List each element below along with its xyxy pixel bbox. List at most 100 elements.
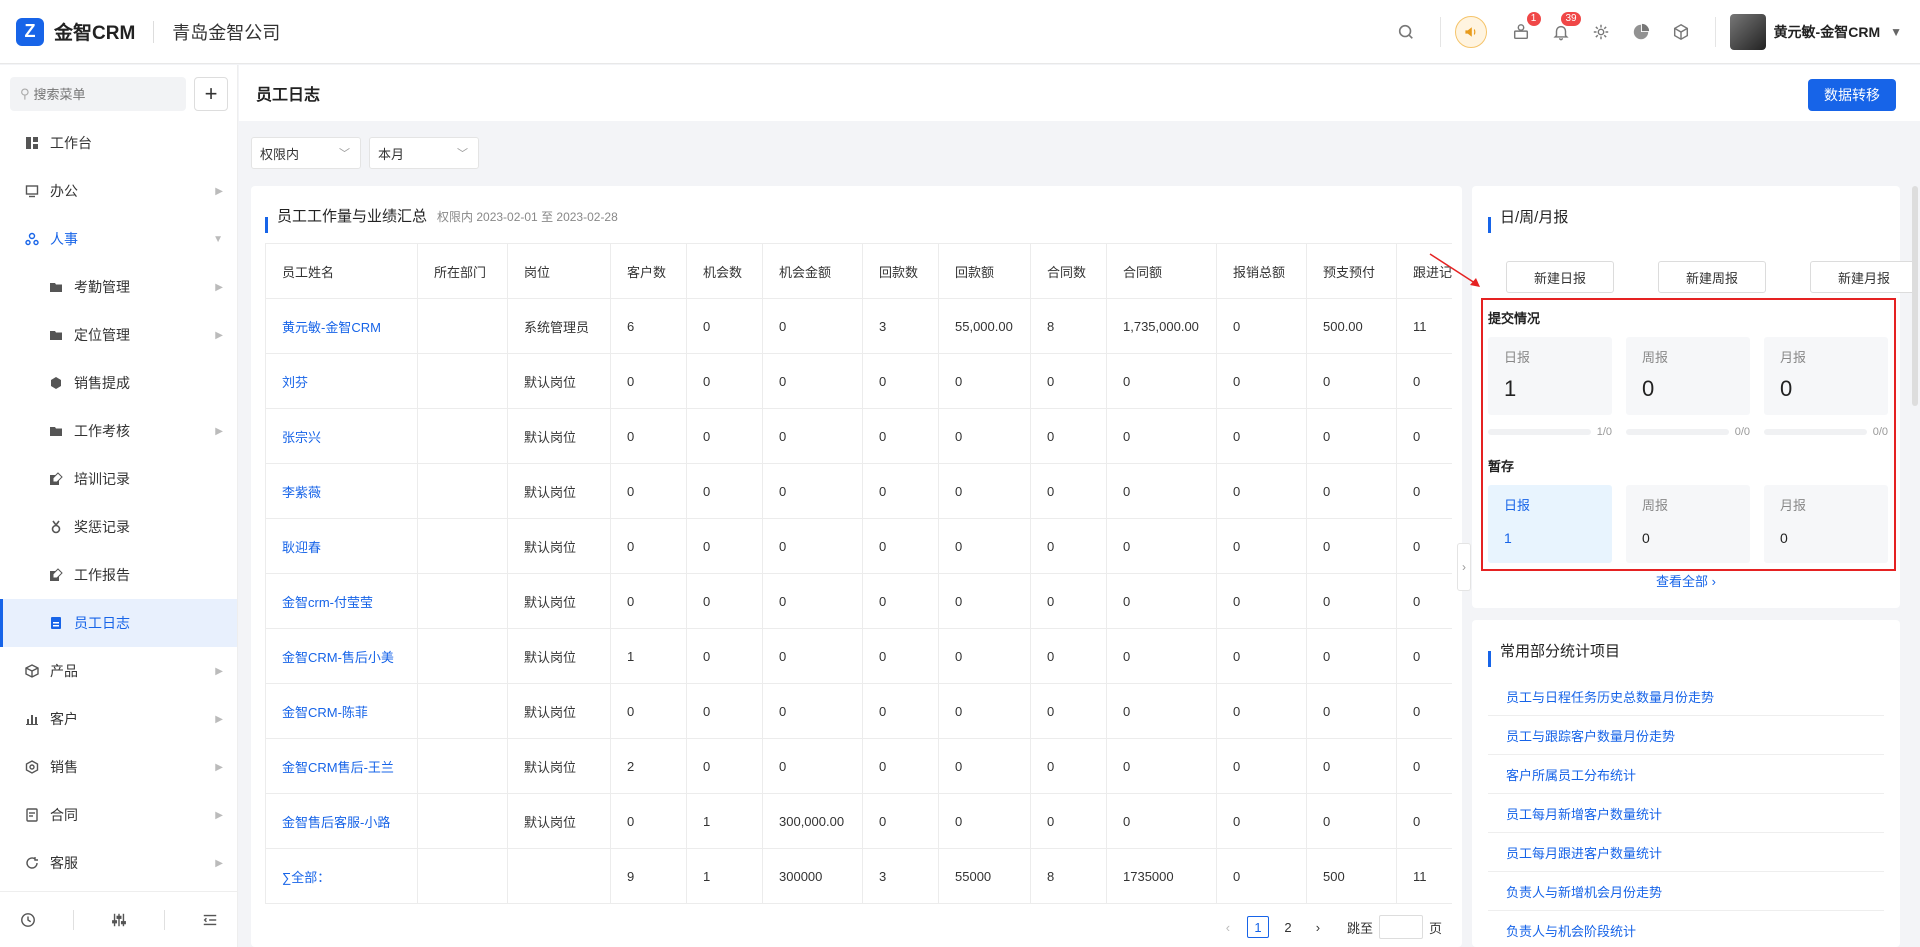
table-cell: 0 [1106,573,1217,629]
table-row[interactable]: 金智售后客服-小路 默认岗位 0 1 300,000.00 0 0 0 0 0 0 0 [265,793,1452,849]
sidebar-item-service[interactable]: 客服 ▶ [0,839,237,887]
list-item[interactable]: 员工每月新增客户数量统计 [1488,794,1884,833]
list-item[interactable]: 员工与日程任务历史总数量月份走势 [1488,677,1884,716]
sidebar-item-assessment[interactable]: 工作考核 ▶ [0,407,237,455]
jump-page-input[interactable] [1378,915,1423,939]
menu-search-input[interactable] [33,86,164,102]
next-page-button[interactable]: › [1307,916,1329,938]
sidebar-item-location[interactable]: 定位管理 ▶ [0,311,237,359]
stats-list: 员工与日程任务历史总数量月份走势 员工与跟踪客户数量月份走势 客户所属员工分布统… [1488,677,1884,947]
new-daily-report-button[interactable]: 新建日报 [1506,261,1614,293]
reports-title: 日/周/月报 [1500,209,1569,226]
period-select[interactable]: 本月 ﹀ [369,137,479,169]
column-header[interactable]: 岗位 [507,243,611,299]
sidebar-item-workbench[interactable]: 工作台 [0,119,237,167]
column-header[interactable]: 合同额 [1106,243,1217,299]
table-cell [417,683,508,739]
menu-search-box[interactable]: ⚲ [10,77,186,111]
table-cell: 300000 [762,848,863,904]
message-icon[interactable]: 1 [1509,11,1541,44]
list-item[interactable]: 负责人与新增机会月份走势 [1488,872,1884,911]
column-header[interactable]: 机会金额 [762,243,863,299]
data-transfer-button[interactable]: 数据转移 [1808,79,1896,111]
scope-select[interactable]: 权限内 ﹀ [251,137,361,169]
collapse-panel-handle[interactable]: › [1457,543,1471,591]
table-row[interactable]: 李紫薇 默认岗位 0 0 0 0 0 0 0 0 0 0 [265,463,1452,519]
sidebar-item-customer[interactable]: 客户 ▶ [0,695,237,743]
table-row[interactable]: ∑全部： 9 1 300000 3 55000 8 1735000 0 500 11 [265,848,1452,904]
sidebar-item-contract[interactable]: 合同 ▶ [0,791,237,839]
list-item[interactable]: 客户所属员工分布统计 [1488,755,1884,794]
view-all-link[interactable]: 查看全部 › [1472,571,1900,590]
table-row[interactable]: 耿迎春 默认岗位 0 0 0 0 0 0 0 0 0 0 [265,518,1452,574]
employee-name-link[interactable]: 黄元敏-金智CRM [265,298,418,354]
column-header[interactable]: 客户数 [610,243,687,299]
employee-name-link[interactable]: 金智CRM-售后小美 [265,628,418,684]
prev-page-button[interactable]: ‹ [1217,916,1239,938]
global-search-icon[interactable] [1394,20,1418,44]
employee-name-link[interactable]: 李紫薇 [265,463,418,519]
sidebar-item-training[interactable]: 培训记录 [0,455,237,503]
employee-name-link[interactable]: 金智CRM售后-王兰 [265,738,418,794]
gear-icon[interactable] [1589,20,1613,44]
chevron-down-icon[interactable]: ▼ [1890,25,1902,39]
company-name[interactable]: 青岛金智公司 [172,19,280,45]
collapse-menu-icon[interactable] [200,910,220,930]
column-header[interactable]: 回款额 [938,243,1031,299]
new-weekly-report-button[interactable]: 新建周报 [1658,261,1766,293]
announcement-icon[interactable] [1454,15,1487,48]
sidebar-item-employee-log[interactable]: 员工日志 [0,599,237,647]
employee-name-link[interactable]: ∑全部： [265,848,418,904]
table-cell [417,628,508,684]
table-row[interactable]: 金智crm-付莹莹 默认岗位 0 0 0 0 0 0 0 0 0 0 [265,573,1452,629]
table-row[interactable]: 张宗兴 默认岗位 0 0 0 0 0 0 0 0 0 0 [265,408,1452,464]
sidebar-item-office[interactable]: 办公 ▶ [0,167,237,215]
sidebar-item-attendance[interactable]: 考勤管理 ▶ [0,263,237,311]
sidebar-item-sales[interactable]: 销售 ▶ [0,743,237,791]
column-header[interactable]: 员工姓名 [265,243,418,299]
employee-name-link[interactable]: 金智CRM-陈菲 [265,683,418,739]
summary-table-viewport[interactable]: 员工姓名 所在部门 岗位 客户数 机会数 机会金额 回款数 回款额 合同数 合同额 报销总额 预支预付… [251,186,1452,906]
column-header[interactable]: 合同数 [1030,243,1107,299]
medal-icon [48,519,64,535]
sidebar-item-product[interactable]: 产品 ▶ [0,647,237,695]
employee-name-link[interactable]: 金智售后客服-小路 [265,793,418,849]
sidebar-item-hr[interactable]: 人事 ▼ [0,215,237,263]
sidebar-item-work-report[interactable]: 工作报告 [0,551,237,599]
column-header[interactable]: 回款数 [862,243,939,299]
cube-icon[interactable] [1669,20,1693,44]
sidebar-item-commission[interactable]: 销售提成 [0,359,237,407]
sidebar-item-label: 客户 [50,711,78,727]
page-button-1[interactable]: 1 [1246,916,1269,938]
gear-icon [48,375,64,391]
bell-icon[interactable]: 39 [1549,11,1581,44]
column-header[interactable]: 报销总额 [1216,243,1307,299]
employee-name-link[interactable]: 张宗兴 [265,408,418,464]
table-row[interactable]: 金智CRM-陈菲 默认岗位 0 0 0 0 0 0 0 0 0 0 [265,683,1452,739]
column-header[interactable]: 预支预付 [1306,243,1397,299]
history-icon[interactable] [18,910,38,930]
new-monthly-report-button[interactable]: 新建月报 [1810,261,1918,293]
pie-chart-icon[interactable] [1629,20,1653,44]
page-scrollbar[interactable] [1912,186,1918,406]
page-button-2[interactable]: 2 [1277,916,1299,938]
employee-name-link[interactable]: 耿迎春 [265,518,418,574]
add-button[interactable]: + [194,77,228,111]
table-row[interactable]: 黄元敏-金智CRM 系统管理员 6 0 0 3 55,000.00 8 1,735,000.00… [265,298,1452,354]
sliders-icon[interactable] [109,910,129,930]
list-item[interactable]: 员工与跟踪客户数量月份走势 [1488,716,1884,755]
column-header[interactable]: 所在部门 [417,243,508,299]
app-logo[interactable]: Z 金智CRM [16,17,135,46]
table-row[interactable]: 金智CRM-售后小美 默认岗位 1 0 0 0 0 0 0 0 0 0 [265,628,1452,684]
sidebar-item-rewards[interactable]: 奖惩记录 [0,503,237,551]
list-item[interactable]: 员工每月跟进客户数量统计 [1488,833,1884,872]
employee-name-link[interactable]: 金智crm-付莹莹 [265,573,418,629]
column-header[interactable]: 机会数 [686,243,763,299]
table-row[interactable]: 刘芬 默认岗位 0 0 0 0 0 0 0 0 0 0 [265,353,1452,409]
employee-name-link[interactable]: 刘芬 [265,353,418,409]
table-cell: 0 [862,518,939,574]
table-row[interactable]: 金智CRM售后-王兰 默认岗位 2 0 0 0 0 0 0 0 0 0 [265,738,1452,794]
avatar[interactable] [1729,13,1766,50]
list-item[interactable]: 负责人与机会阶段统计 [1488,911,1884,947]
user-name[interactable]: 黄元敏-金智CRM [1774,22,1881,42]
